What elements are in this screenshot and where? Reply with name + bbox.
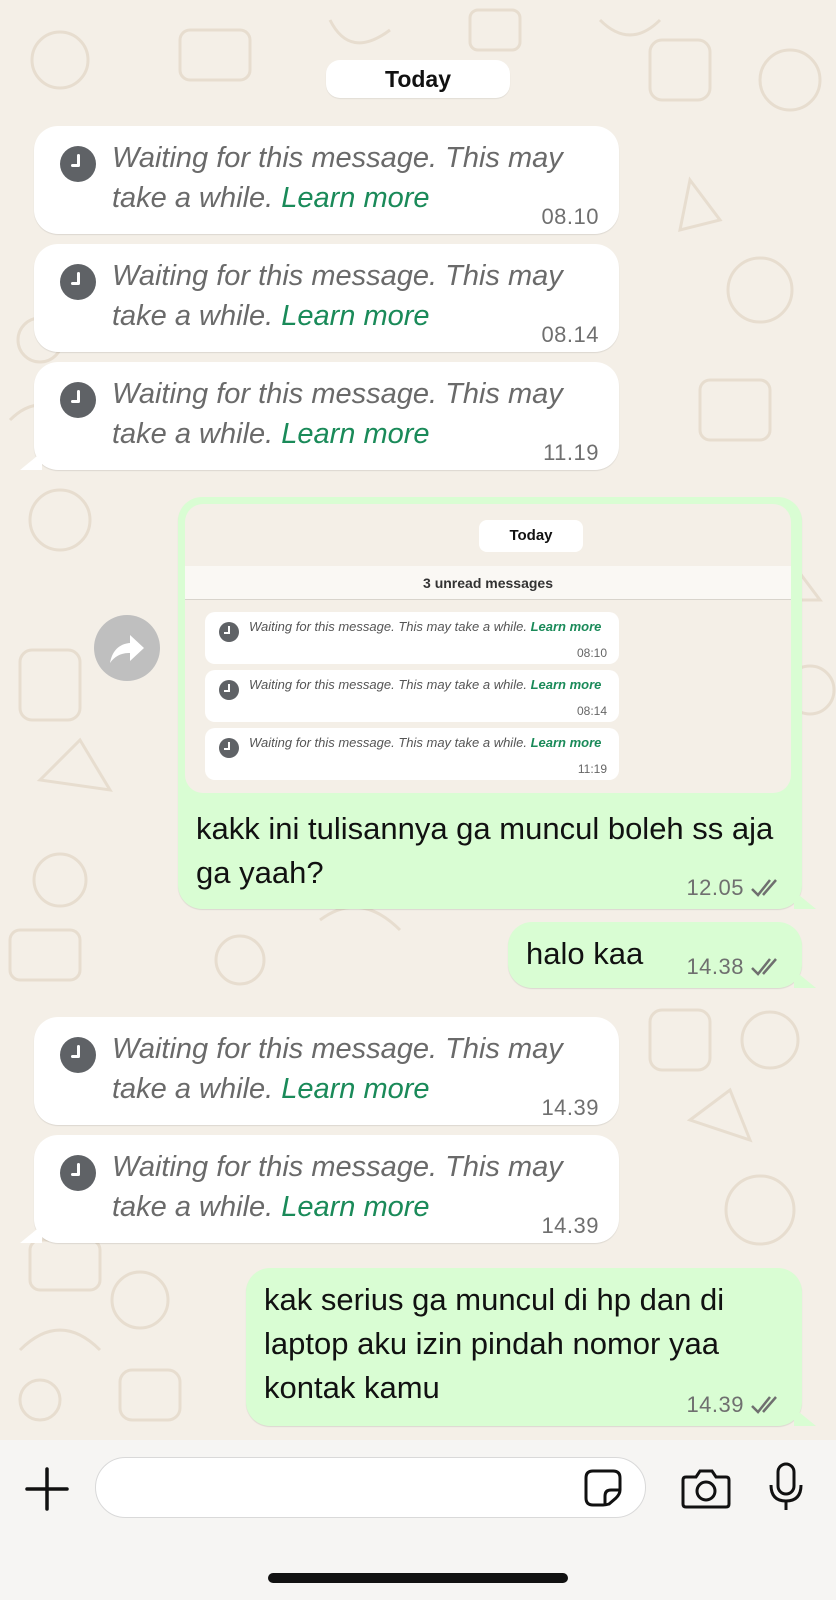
incoming-message-pending[interactable]: Waiting for this message. This may take … (20, 362, 619, 470)
clock-icon (60, 264, 96, 300)
date-separator: Today (326, 60, 510, 98)
pending-message-text: Waiting for this message. This may take … (112, 374, 607, 454)
learn-more-link[interactable]: Learn more (281, 1073, 429, 1105)
learn-more-link[interactable]: Learn more (281, 1191, 429, 1223)
message-time: 12.05 (686, 875, 744, 900)
learn-more-link[interactable]: Learn more (281, 418, 429, 450)
pending-message-text: Waiting for this message. This may take … (112, 1029, 607, 1109)
screenshot-pending-message: Waiting for this message. This may take … (205, 670, 619, 722)
screenshot-unread-banner: 3 unread messages (185, 566, 791, 600)
clock-icon (219, 738, 239, 758)
incoming-message-pending[interactable]: Waiting for this message. This may take … (34, 126, 619, 234)
outgoing-message[interactable]: kak serius ga muncul di hp dan di laptop… (246, 1268, 816, 1426)
pending-text: Waiting for this message. This may take … (249, 619, 527, 634)
screenshot-message-time: 08:10 (576, 646, 607, 660)
clock-icon (219, 680, 239, 700)
message-time: 14.39 (541, 1213, 599, 1238)
learn-more-link[interactable]: Learn more (281, 300, 429, 332)
clock-icon (60, 1037, 96, 1073)
pending-text: Waiting for this message. This may take … (249, 735, 527, 750)
message-time: 14.39 (686, 1392, 744, 1417)
learn-more-text: Learn more (530, 619, 602, 634)
message-meta: 14.38 (686, 954, 784, 980)
camera-icon[interactable] (681, 1467, 731, 1509)
home-indicator (268, 1573, 568, 1583)
clock-icon (60, 382, 96, 418)
pending-text: Waiting for this message. This may take … (249, 677, 527, 692)
screenshot-pending-text: Waiting for this message. This may take … (249, 734, 609, 752)
screenshot-pending-text: Waiting for this message. This may take … (249, 618, 609, 636)
message-text: halo kaa (526, 936, 644, 971)
pending-message-text: Waiting for this message. This may take … (112, 1147, 607, 1227)
message-input[interactable] (95, 1457, 646, 1518)
clock-icon (219, 622, 239, 642)
learn-more-link[interactable]: Learn more (281, 182, 429, 214)
message-time: 08.14 (541, 322, 599, 347)
chat-thread[interactable]: Today Waiting for this message. This may… (0, 0, 836, 1440)
microphone-icon[interactable] (766, 1461, 806, 1513)
incoming-message-pending[interactable]: Waiting for this message. This may take … (34, 1017, 619, 1125)
message-meta: 14.39 (686, 1392, 784, 1418)
screenshot-pending-text: Waiting for this message. This may take … (249, 676, 609, 694)
double-check-icon (751, 1396, 777, 1414)
message-text: kak serius ga muncul di hp dan di laptop… (264, 1282, 725, 1405)
double-check-icon (751, 879, 777, 897)
outgoing-message[interactable]: halo kaa 14.38 (508, 922, 816, 988)
screenshot-message-time: 11:19 (577, 762, 607, 776)
incoming-message-pending[interactable]: Waiting for this message. This may take … (34, 244, 619, 352)
pending-message-text: Waiting for this message. This may take … (112, 138, 607, 218)
message-time: 14.38 (686, 954, 744, 979)
screenshot-pending-message: Waiting for this message. This may take … (205, 728, 619, 780)
screenshot-message-time: 08:14 (576, 704, 607, 718)
screenshot-date-separator: Today (479, 520, 583, 552)
plus-icon[interactable] (24, 1466, 70, 1512)
message-time: 11.19 (543, 440, 599, 465)
learn-more-text: Learn more (530, 677, 602, 692)
outgoing-image-message[interactable]: Today 3 unread messages Waiting for this… (178, 497, 816, 909)
clock-icon (60, 146, 96, 182)
sticker-icon[interactable] (583, 1468, 623, 1508)
forward-arrow-icon (110, 635, 144, 663)
screenshot-image[interactable]: Today 3 unread messages Waiting for this… (185, 504, 791, 793)
message-time: 14.39 (541, 1095, 599, 1120)
incoming-message-pending[interactable]: Waiting for this message. This may take … (20, 1135, 619, 1243)
pending-message-text: Waiting for this message. This may take … (112, 256, 607, 336)
forward-button[interactable] (94, 615, 160, 681)
clock-icon (60, 1155, 96, 1191)
message-meta: 12.05 (686, 875, 784, 901)
double-check-icon (751, 958, 777, 976)
screenshot-pending-message: Waiting for this message. This may take … (205, 612, 619, 664)
message-time: 08.10 (541, 204, 599, 229)
learn-more-text: Learn more (530, 735, 602, 750)
